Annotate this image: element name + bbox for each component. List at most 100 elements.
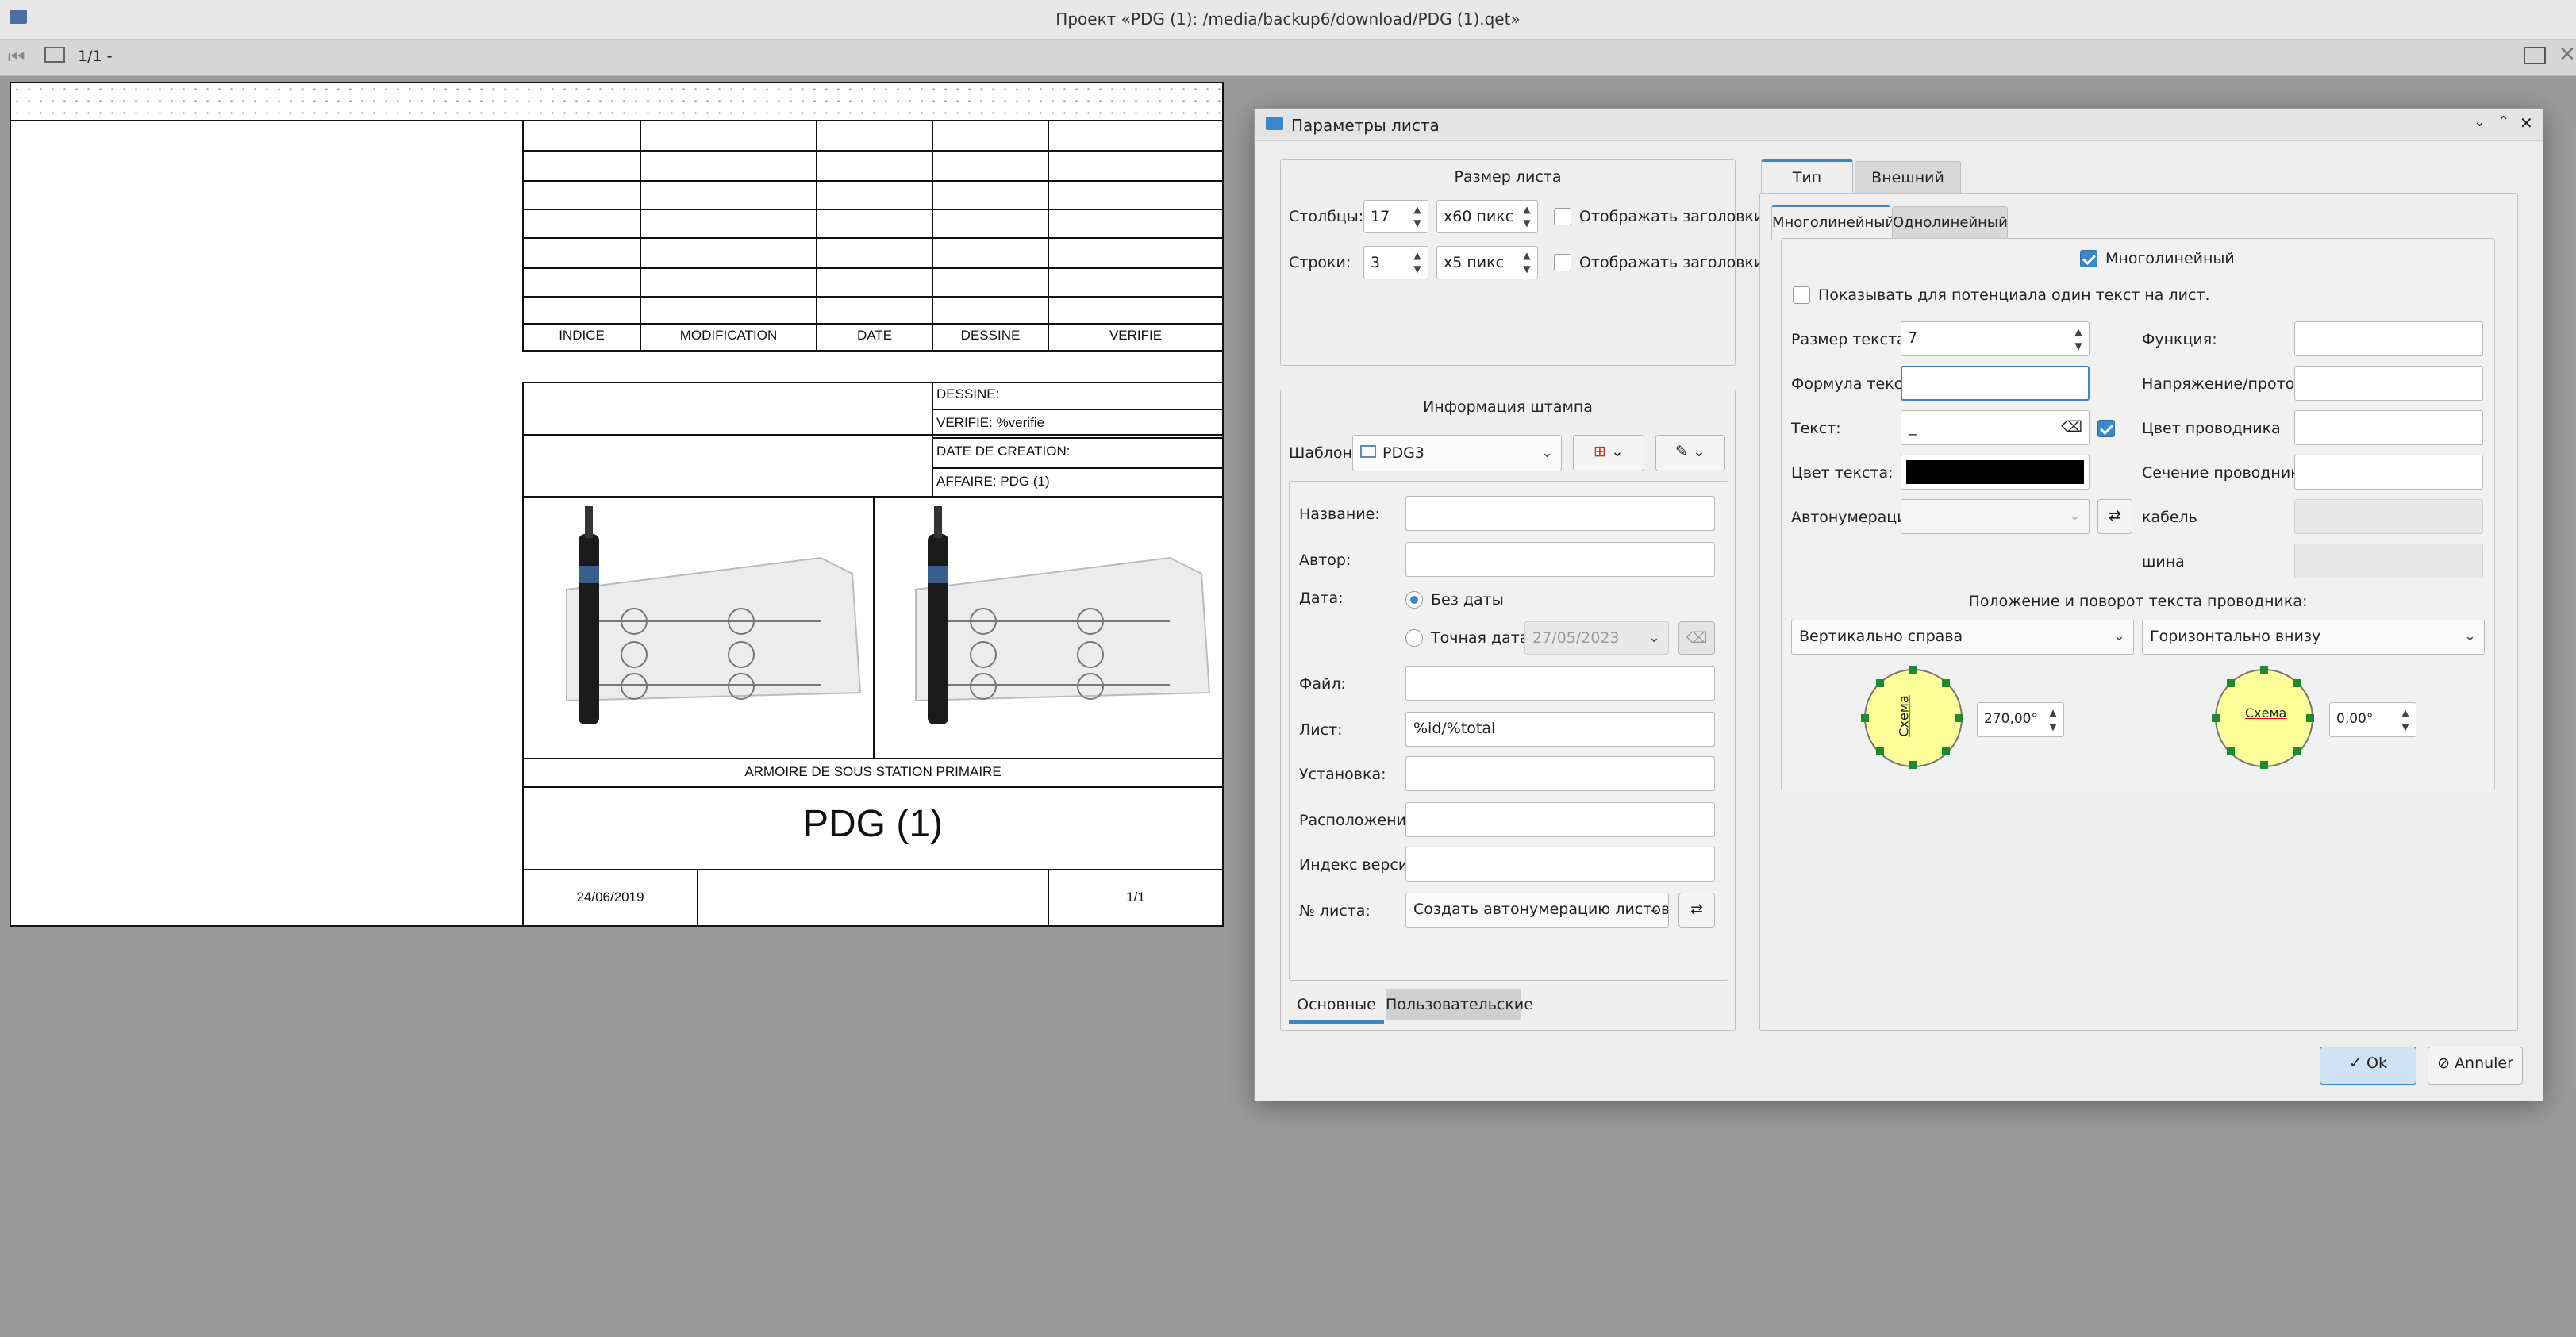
show-row-headers-checkbox[interactable] <box>1554 254 1571 271</box>
vertical-position-combobox[interactable]: Вертикально справа ⌄ <box>1791 620 2134 655</box>
installation-input[interactable] <box>1405 756 1715 791</box>
spin-up-icon[interactable]: ▲ <box>1520 204 1534 215</box>
clear-text-icon[interactable]: ⌫ <box>2061 411 2082 443</box>
folio-number: 1/1 <box>1126 889 1145 905</box>
template-label: Шаблон: <box>1289 444 1358 462</box>
vertical-angle-spinbox[interactable]: 270,00° ▲ ▼ <box>1977 702 2064 737</box>
close-tab-icon[interactable]: ✕ <box>2559 43 2576 67</box>
horizontal-angle-spinbox[interactable]: 0,00° ▲ ▼ <box>2329 702 2416 737</box>
no-date-radio[interactable] <box>1405 591 1423 609</box>
horizontal-rotation-dial[interactable]: Схема <box>2212 666 2314 769</box>
function-label: Функция: <box>2142 331 2217 348</box>
voltage-input[interactable] <box>2294 366 2483 401</box>
logo-image-right <box>915 506 1211 724</box>
subtab-single-line[interactable]: Однолинейный <box>1892 206 2008 240</box>
page-indicator[interactable]: 1/1 - <box>78 48 112 65</box>
show-row-headers-label: Отображать заголовки <box>1579 254 1764 271</box>
tab-appearance[interactable]: Внешний вид <box>1855 161 1961 218</box>
restore-view-icon[interactable] <box>2524 47 2546 64</box>
title-input[interactable] <box>1405 496 1715 531</box>
text-color-button[interactable] <box>1901 455 2090 490</box>
location-input[interactable] <box>1405 802 1715 837</box>
wire-color-checkbox[interactable] <box>2097 420 2115 437</box>
spin-down-icon[interactable]: ▼ <box>1520 217 1534 229</box>
first-page-icon[interactable]: ⏮ <box>8 46 25 68</box>
show-potential-text-checkbox[interactable] <box>1793 286 1810 304</box>
template-icon <box>1360 445 1376 458</box>
tab-type[interactable]: Тип <box>1761 159 1853 194</box>
multiline-checkbox[interactable] <box>2080 250 2097 267</box>
revision-header-index: INDICE <box>559 328 605 343</box>
cable-input[interactable] <box>2294 499 2483 534</box>
author-input[interactable] <box>1405 542 1715 577</box>
sheet-size-group: Размер листа Столбцы: 17 ▲ ▼ x60 пикс ▲ … <box>1280 159 1763 366</box>
vertical-rotation-dial[interactable]: Схема <box>1861 666 1963 769</box>
wire-section-input[interactable] <box>2294 455 2483 490</box>
dialog-title: Параметры листа <box>1291 116 1440 135</box>
autonum-edit-button[interactable]: ⇄ <box>2097 499 2132 534</box>
show-column-headers-label: Отображать заголовки <box>1579 208 1764 225</box>
rows-spinbox[interactable]: 3 ▲ ▼ <box>1363 246 1428 279</box>
tab-main[interactable]: Основные <box>1289 989 1384 1024</box>
folio-grid-strip <box>11 83 1222 121</box>
author-label: Автор: <box>1299 551 1351 569</box>
version-input[interactable] <box>1405 847 1715 882</box>
file-input[interactable] <box>1405 666 1715 701</box>
exact-date-input[interactable]: 27/05/2023 ⌄ <box>1524 621 1669 655</box>
bus-label: шина <box>2142 553 2185 571</box>
location-label: Расположение: <box>1299 812 1421 829</box>
sheet-input[interactable]: %id/%total <box>1405 712 1715 747</box>
column-width-spinbox[interactable]: x60 пикс ▲ ▼ <box>1436 200 1538 233</box>
spin-up-icon[interactable]: ▲ <box>1410 250 1424 261</box>
spin-up-icon[interactable]: ▲ <box>1410 204 1424 215</box>
spin-up-icon[interactable]: ▲ <box>2046 707 2060 718</box>
rows-label: Строки: <box>1289 254 1351 271</box>
subtab-multiline[interactable]: Многолинейный <box>1771 205 1894 240</box>
spin-down-icon[interactable]: ▼ <box>2046 721 2060 732</box>
spin-up-icon[interactable]: ▲ <box>2398 707 2413 718</box>
spin-up-icon[interactable]: ▲ <box>2071 326 2086 337</box>
spin-down-icon[interactable]: ▼ <box>1410 217 1424 229</box>
dial-text: Схема <box>2245 705 2287 720</box>
chevron-down-icon: ⌄ <box>2463 628 2476 644</box>
close-dialog-icon[interactable]: ✕ <box>2520 113 2533 133</box>
spin-down-icon[interactable]: ▼ <box>2071 340 2086 352</box>
folio-sheet: INDICE MODIFICATION DATE DESSINE VERIFIE… <box>10 82 1224 927</box>
sheet-number-combobox[interactable]: Создать автонумерацию листов ⌄ <box>1405 893 1669 928</box>
chevron-down-icon: ⌄ <box>1647 629 1660 646</box>
text-input[interactable]: _ ⌫ <box>1901 410 2090 445</box>
page-view-icon[interactable] <box>44 47 65 63</box>
template-combobox[interactable]: PDG3 ⌄ <box>1352 435 1562 471</box>
function-input[interactable] <box>2294 321 2483 356</box>
type-panel: Многолинейный Однолинейный Многолинейный… <box>1759 193 2518 1031</box>
clear-date-button[interactable]: ⌫ <box>1678 621 1715 655</box>
text-size-spinbox[interactable]: 7 ▲ ▼ <box>1901 321 2090 356</box>
bus-input[interactable] <box>2294 544 2483 578</box>
minimize-icon[interactable]: ⌄ <box>2474 113 2486 130</box>
sheet-label: Лист: <box>1299 721 1343 739</box>
spin-down-icon[interactable]: ▼ <box>1410 263 1424 275</box>
horizontal-position-combobox[interactable]: Горизонтально внизу ⌄ <box>2142 620 2485 655</box>
row-height-spinbox[interactable]: x5 пикс ▲ ▼ <box>1436 246 1538 279</box>
autonum-combobox[interactable]: ⌄ <box>1901 499 2090 534</box>
cancel-button[interactable]: ⊘ Annuler <box>2428 1047 2523 1085</box>
tab-custom[interactable]: Пользовательские <box>1386 989 1533 1020</box>
text-size-label: Размер текста: <box>1791 331 1912 348</box>
spin-up-icon[interactable]: ▲ <box>1520 250 1534 261</box>
maximize-icon[interactable]: ⌃ <box>2497 113 2509 130</box>
template-tools-button[interactable]: ✎ ⌄ <box>1655 435 1725 471</box>
wire-color-input[interactable] <box>2294 410 2483 445</box>
exact-date-radio[interactable] <box>1405 629 1423 647</box>
template-options-button[interactable]: ⊞ ⌄ <box>1573 435 1644 471</box>
text-label: Текст: <box>1791 420 1841 437</box>
chevron-down-icon: ⌄ <box>2068 507 2081 524</box>
ok-button[interactable]: ✓ Ok <box>2320 1047 2416 1085</box>
autonum-settings-button[interactable]: ⇄ <box>1678 893 1715 928</box>
text-formula-input[interactable] <box>1901 366 2090 401</box>
columns-spinbox[interactable]: 17 ▲ ▼ <box>1363 200 1428 233</box>
spin-down-icon[interactable]: ▼ <box>1520 263 1534 275</box>
spin-down-icon[interactable]: ▼ <box>2398 721 2413 732</box>
show-column-headers-checkbox[interactable] <box>1554 208 1571 225</box>
columns-label: Столбцы: <box>1289 208 1364 225</box>
no-date-label: Без даты <box>1431 591 1504 609</box>
